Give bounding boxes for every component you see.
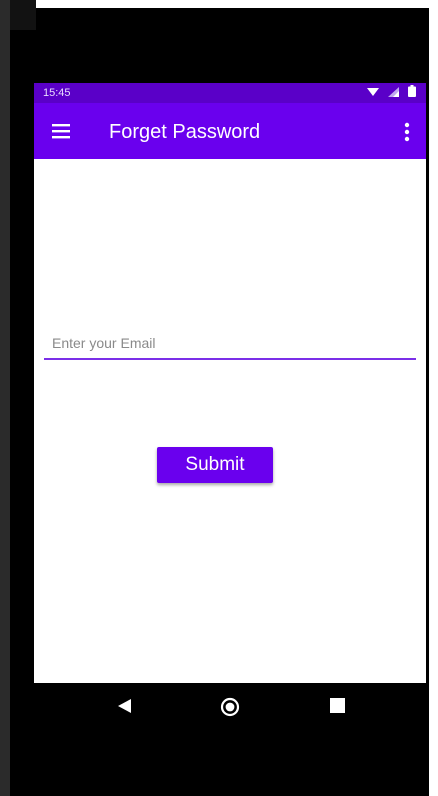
system-nav-bar [34, 683, 426, 731]
device-corner [10, 0, 36, 30]
status-icons [367, 84, 416, 102]
app-bar: Forget Password [34, 103, 426, 159]
status-bar: 15:45 [34, 83, 426, 103]
signal-icon [388, 84, 399, 102]
page-title: Forget Password [109, 121, 261, 143]
battery-icon [408, 84, 416, 102]
email-field-container [44, 329, 416, 361]
back-icon[interactable] [116, 698, 132, 719]
wifi-icon [367, 84, 379, 102]
status-time: 15:45 [43, 87, 71, 99]
hamburger-menu-icon[interactable] [46, 119, 76, 143]
email-field-underline [44, 358, 416, 360]
device-right-edge [429, 0, 438, 796]
submit-button[interactable]: Submit [157, 447, 273, 483]
email-field[interactable] [44, 329, 416, 357]
home-icon[interactable] [220, 697, 240, 722]
device-left-edge [0, 0, 10, 796]
app-screen: 15:45 Forget Password Enter your Email S… [34, 83, 426, 683]
recents-icon[interactable] [330, 698, 345, 718]
more-vert-icon[interactable] [402, 121, 412, 143]
